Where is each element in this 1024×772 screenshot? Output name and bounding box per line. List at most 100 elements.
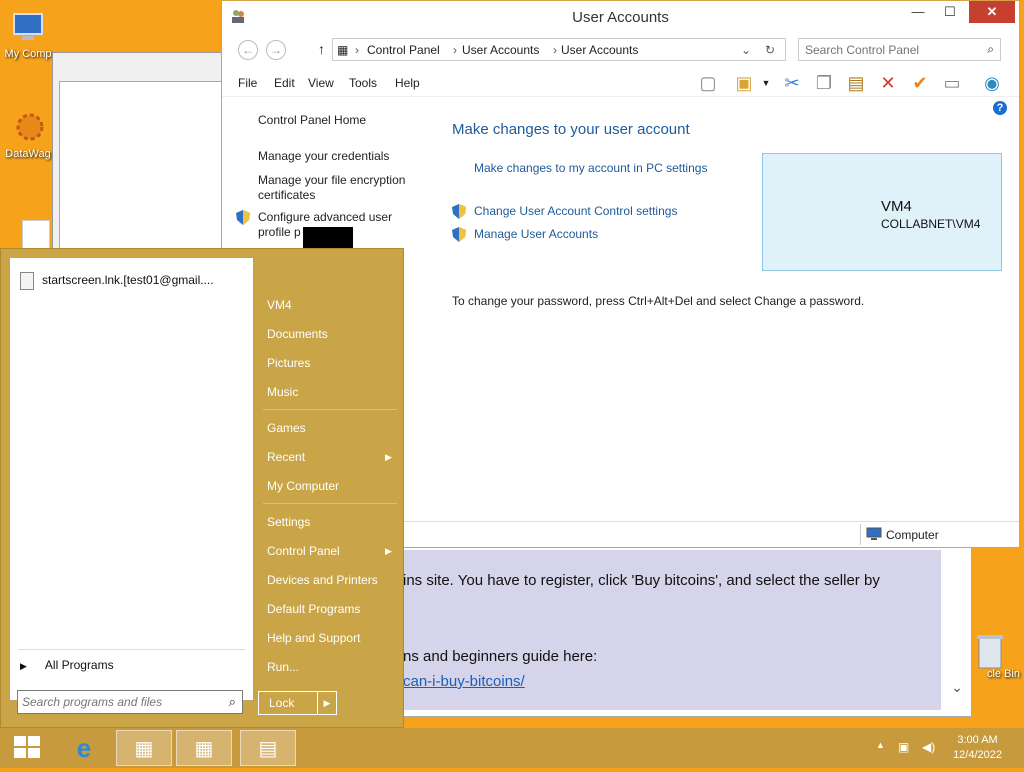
computer-icon	[866, 527, 882, 544]
manage-user-accounts-link[interactable]: Manage User Accounts	[474, 227, 598, 241]
start-item-games[interactable]: Games	[267, 421, 306, 435]
internet-explorer-icon[interactable]: e	[56, 730, 112, 766]
desktop-icon-label: My Comp	[4, 48, 52, 60]
control-panel-icon: ▦	[337, 43, 349, 57]
nav-manage-credentials[interactable]: Manage your credentials	[258, 149, 389, 164]
start-item-devices-printers[interactable]: Devices and Printers	[267, 573, 378, 587]
up-icon[interactable]: ↑	[318, 41, 325, 57]
start-item-my-computer[interactable]: My Computer	[267, 479, 339, 493]
start-item-documents[interactable]: Documents	[267, 327, 328, 341]
note-link[interactable]: can-i-buy-bitcoins/	[403, 673, 525, 690]
recent-program-label: startscreen.lnk.[test01@gmail....	[42, 273, 214, 288]
shield-icon	[452, 204, 466, 219]
start-item-user[interactable]: VM4	[267, 298, 292, 312]
refresh-icon[interactable]: ↻	[765, 43, 775, 57]
chevron-down-icon[interactable]: ⌄	[741, 43, 751, 57]
start-search-input[interactable]	[22, 692, 212, 712]
copy-icon[interactable]: ❐	[812, 71, 836, 95]
lock-options-arrow-icon[interactable]: ▶	[317, 691, 337, 715]
menu-edit[interactable]: Edit	[274, 76, 295, 90]
sun-icon	[10, 112, 46, 144]
minimize-button[interactable]: —	[903, 1, 933, 23]
uac-settings-link[interactable]: Change User Account Control settings	[474, 204, 677, 218]
breadcrumb-control-panel[interactable]: Control Panel	[367, 43, 440, 57]
taskbar-control-panel-icon[interactable]: ▤	[240, 730, 296, 766]
search-input[interactable]	[805, 40, 975, 60]
show-hidden-icons[interactable]: ▲	[876, 740, 885, 750]
paste-icon[interactable]: ▤	[844, 71, 868, 95]
globe-icon[interactable]: ◉	[980, 71, 1004, 95]
layout-icon[interactable]: ▢	[696, 71, 720, 95]
menu-bar: File Edit View Tools Help ▢ ▣ ▼ ✂ ❐ ▤ ✕ …	[222, 69, 1019, 97]
nav-file-encryption[interactable]: Manage your file encryption certificates	[258, 173, 428, 203]
search-icon[interactable]: ⌕	[229, 694, 236, 710]
maximize-button[interactable]: ☐	[935, 1, 965, 23]
windows-logo-icon	[14, 736, 40, 758]
ransom-note-window: ins site. You have to register, click 'B…	[396, 545, 972, 717]
clock-date: 12/4/2022	[953, 749, 1002, 761]
start-item-settings[interactable]: Settings	[267, 515, 310, 529]
start-item-control-panel[interactable]: Control Panel	[267, 544, 340, 558]
user-name: VM4	[881, 198, 912, 215]
menu-file[interactable]: File	[238, 76, 257, 90]
start-item-recent[interactable]: Recent	[267, 450, 305, 464]
help-icon[interactable]: ?	[993, 101, 1007, 115]
desktop-file-icon[interactable]	[22, 220, 50, 250]
title-bar[interactable]: User Accounts — ☐ ✕	[222, 1, 1019, 32]
recycle-bin-icon	[975, 632, 1005, 669]
computer-icon	[10, 12, 46, 44]
chevron-down-icon[interactable]: ▼	[754, 71, 778, 95]
all-programs-label: All Programs	[44, 658, 114, 672]
all-programs[interactable]: ▶ All Programs	[20, 658, 114, 672]
cut-icon[interactable]: ✂	[780, 71, 804, 95]
check-icon[interactable]: ✔	[908, 71, 932, 95]
recent-program-item[interactable]: startscreen.lnk.[test01@gmail....	[20, 272, 214, 290]
address-bar[interactable]: ▦ › Control Panel › User Accounts › User…	[332, 38, 786, 61]
breadcrumb-user-accounts-current[interactable]: User Accounts	[561, 43, 638, 57]
start-item-pictures[interactable]: Pictures	[267, 356, 310, 370]
delete-icon[interactable]: ✕	[876, 71, 900, 95]
user-tile: VM4 COLLABNET\VM4	[762, 153, 1002, 271]
close-button[interactable]: ✕	[969, 1, 1015, 23]
desktop-icon-label: DataWag	[5, 148, 51, 160]
start-item-default-programs[interactable]: Default Programs	[267, 602, 360, 616]
chevron-down-icon[interactable]: ⌄	[951, 679, 963, 696]
start-item-help-support[interactable]: Help and Support	[267, 631, 360, 645]
note-line-2: ns and beginners guide here:	[403, 648, 598, 665]
pc-settings-link[interactable]: Make changes to my account in PC setting…	[474, 161, 707, 175]
start-item-run[interactable]: Run...	[267, 660, 299, 674]
menu-view[interactable]: View	[308, 76, 334, 90]
document-icon	[20, 272, 34, 290]
note-line-1: ins site. You have to register, click 'B…	[403, 572, 880, 589]
start-item-music[interactable]: Music	[267, 385, 298, 399]
clock[interactable]: 3:00 AM 12/4/2022	[953, 733, 1002, 763]
search-box: ⌕	[798, 38, 1001, 61]
clock-time: 3:00 AM	[957, 734, 998, 746]
network-icon[interactable]: ▣	[898, 740, 909, 754]
taskbar-program-1-icon[interactable]: ▦	[116, 730, 172, 766]
volume-icon[interactable]: ◀)	[922, 740, 935, 754]
arrow-right-icon: ▶	[385, 452, 392, 462]
nav-control-panel-home[interactable]: Control Panel Home	[258, 113, 366, 128]
breadcrumb-user-accounts[interactable]: User Accounts	[462, 43, 539, 57]
start-search-box: ⌕	[17, 690, 243, 714]
password-hint: To change your password, press Ctrl+Alt+…	[452, 294, 865, 308]
start-button[interactable]	[0, 730, 56, 766]
taskbar: e ▦ ▦ ▤ ▲ ▣ ◀) 3:00 AM 12/4/2022	[0, 728, 1024, 768]
back-icon[interactable]: ←	[238, 40, 258, 60]
user-domain: COLLABNET\VM4	[881, 217, 981, 231]
forward-icon[interactable]: →	[266, 40, 286, 60]
start-menu: startscreen.lnk.[test01@gmail.... ▶ All P…	[0, 248, 404, 728]
folder-icon[interactable]: ▣	[732, 71, 756, 95]
status-text: Computer	[886, 528, 939, 542]
search-icon[interactable]: ⌕	[987, 42, 994, 57]
desktop-icon-datawag[interactable]: DataWag	[0, 112, 56, 160]
shield-icon	[236, 210, 250, 225]
menu-help[interactable]: Help	[395, 76, 420, 90]
properties-icon[interactable]: ▭	[940, 71, 964, 95]
menu-tools[interactable]: Tools	[349, 76, 377, 90]
taskbar-program-2-icon[interactable]: ▦	[176, 730, 232, 766]
desktop-icon-my-computer[interactable]: My Comp	[0, 12, 56, 60]
arrow-right-icon: ▶	[385, 546, 392, 556]
lock-button[interactable]: Lock	[258, 691, 318, 715]
